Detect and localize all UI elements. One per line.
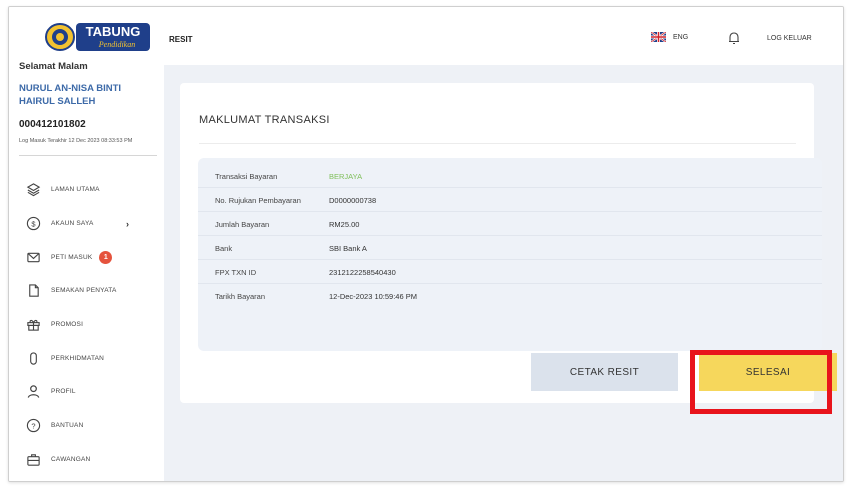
detail-value: 12-Dec-2023 10:59:46 PM	[329, 292, 417, 301]
status-value: BERJAYA	[329, 171, 363, 181]
logo-text: TABUNG	[86, 24, 141, 39]
sidebar-item-label: SEMAKAN PENYATA	[51, 287, 117, 295]
card-title: MAKLUMAT TRANSAKSI	[199, 114, 330, 126]
detail-row: No. Rujukan Pembayaran D0000000738	[198, 189, 822, 212]
detail-label: Tarikh Bayaran	[215, 292, 266, 301]
user-name: NURUL AN-NISA BINTI HAIRUL SALLEH	[19, 83, 122, 107]
transaction-card: MAKLUMAT TRANSAKSI Transaksi Bayaran BER…	[180, 83, 837, 403]
capsule-icon	[25, 350, 41, 366]
language-label: ENG	[673, 33, 689, 41]
sidebar-item-promosi[interactable]: PROMOSI	[9, 308, 161, 342]
user-icon	[25, 384, 41, 400]
print-receipt-button[interactable]: CETAK RESIT	[531, 353, 678, 391]
sidebar-item-cawangan[interactable]: CAWANGAN	[9, 443, 161, 477]
help-circle-icon: ?	[25, 418, 41, 434]
transaction-details: Transaksi Bayaran BERJAYA No. Rujukan Pe…	[198, 158, 822, 351]
sidebar-divider	[19, 155, 157, 156]
tabung-pendidikan-logo[interactable]: TABUNG Pendidikan	[43, 17, 153, 57]
bell-icon[interactable]	[728, 31, 740, 45]
done-button[interactable]: SELESAI	[699, 353, 837, 391]
top-bar: RESIT ENG LOG KELUAR	[161, 7, 843, 65]
sidebar-item-akaun-saya[interactable]: $ AKAUN SAYA ›	[9, 207, 161, 241]
unread-badge: 1	[99, 250, 113, 264]
language-switch[interactable]: ENG	[651, 32, 688, 42]
app-window: TABUNG Pendidikan Selamat Malam NURUL AN…	[8, 6, 844, 482]
sidebar-nav: LAMAN UTAMA $ AKAUN SAYA › PETI MASUK 1	[9, 173, 161, 476]
last-login: Log Masuk Terakhir 12 Dec 2023 08:33:53 …	[19, 138, 133, 144]
sidebar-item-label: AKAUN SAYA	[51, 220, 94, 228]
sidebar-item-bantuan[interactable]: ? BANTUAN	[9, 409, 161, 443]
sidebar-item-label: PROMOSI	[51, 321, 84, 329]
detail-value: 2312122258540430	[329, 267, 396, 277]
sidebar-item-label: BANTUAN	[51, 422, 84, 430]
chevron-right-icon: ›	[126, 218, 129, 229]
detail-row: FPX TXN ID 2312122258540430	[198, 261, 822, 284]
sidebar-item-perkhidmatan[interactable]: PERKHIDMATAN	[9, 341, 161, 375]
card-divider	[199, 143, 796, 144]
document-icon	[25, 283, 41, 299]
sidebar-item-label: PERKHIDMATAN	[51, 354, 105, 362]
sidebar-item-label: LAMAN UTAMA	[51, 186, 100, 194]
mail-icon	[25, 249, 41, 265]
sidebar-item-label: PETI MASUK	[51, 253, 93, 261]
briefcase-icon	[25, 451, 41, 467]
gift-icon	[25, 317, 41, 333]
svg-text:?: ?	[31, 421, 35, 430]
detail-label: No. Rujukan Pembayaran	[215, 195, 301, 205]
logout-link[interactable]: LOG KELUAR	[767, 35, 812, 42]
detail-row: Jumlah Bayaran RM25.00	[198, 213, 822, 236]
detail-value: SBI Bank A	[329, 243, 367, 253]
sidebar-item-peti-masuk[interactable]: PETI MASUK 1	[9, 240, 161, 274]
layers-icon	[25, 182, 41, 198]
page-title: RESIT	[169, 35, 193, 44]
svg-text:$: $	[31, 219, 36, 228]
sidebar-item-laman-utama[interactable]: LAMAN UTAMA	[9, 173, 161, 207]
detail-row: Transaksi Bayaran BERJAYA	[198, 165, 822, 188]
detail-row: Tarikh Bayaran 12-Dec-2023 10:59:46 PM	[198, 285, 822, 308]
uk-flag-icon	[651, 32, 666, 42]
greeting: Selamat Malam	[19, 61, 88, 72]
detail-label: Transaksi Bayaran	[215, 171, 278, 181]
sidebar-item-label: CAWANGAN	[51, 455, 91, 463]
sidebar: TABUNG Pendidikan Selamat Malam NURUL AN…	[9, 7, 161, 481]
sidebar-item-label: PROFIL	[51, 388, 76, 396]
logo-subtext: Pendidikan	[98, 40, 135, 49]
detail-label: FPX TXN ID	[215, 267, 257, 277]
sidebar-item-profil[interactable]: PROFIL	[9, 375, 161, 409]
user-id: 000412101802	[19, 119, 86, 130]
main-content: MAKLUMAT TRANSAKSI Transaksi Bayaran BER…	[164, 65, 843, 481]
detail-row: Bank SBI Bank A	[198, 237, 822, 260]
dollar-circle-icon: $	[25, 216, 41, 232]
detail-label: Bank	[215, 243, 233, 253]
sidebar-item-semakan-penyata[interactable]: SEMAKAN PENYATA	[9, 274, 161, 308]
detail-value: RM25.00	[329, 219, 360, 229]
detail-value: D0000000738	[329, 195, 377, 205]
detail-label: Jumlah Bayaran	[215, 219, 270, 229]
